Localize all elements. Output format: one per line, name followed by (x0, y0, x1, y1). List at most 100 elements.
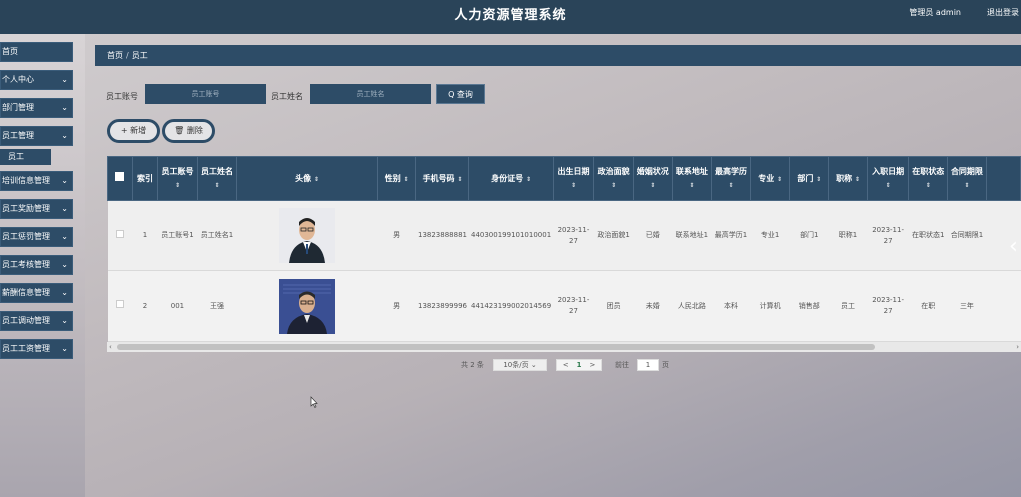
table-horizontal-scrollbar[interactable]: ‹ › (107, 342, 1021, 352)
sort-icon[interactable]: ⇕ (886, 182, 891, 189)
sidebar-item[interactable]: 首页 (0, 42, 73, 62)
sidebar-item[interactable]: 员工管理 ⌄ (0, 126, 73, 146)
sort-icon[interactable]: ⇕ (650, 182, 655, 189)
table-row[interactable]: 2 001 王强男 13823899996 441423199002014569 2023… (107, 270, 1021, 342)
column-header-label: 婚姻状况 (636, 167, 669, 176)
table-cell: 001 (157, 270, 198, 342)
table-row[interactable]: 1 员工账号1 员工姓名1 男 13823888881 44030019910101000… (107, 200, 1021, 271)
table-cell: 2023-11-27 (867, 270, 909, 342)
table-cell: 在职 (908, 270, 948, 342)
table-cell: 职称1 (828, 200, 868, 271)
table-header-row: 索引 员工账号 ⇕ 员工姓名 ⇕ 头像 ⇕ 性别 ⇕ 手机号码 ⇕ 身份证号 ⇕ 出生日期 ⇕… (107, 156, 1021, 201)
delete-button[interactable]: 🗑 删除 (162, 119, 215, 143)
column-header[interactable]: 联系地址 ⇕ (671, 156, 713, 201)
top-bar: 人力资源管理系统 管理员 admin 退出登录 (0, 0, 1021, 34)
sidebar-item[interactable]: 员工调动管理 ⌄ (0, 311, 73, 331)
column-header[interactable]: 职称 ⇕ (828, 156, 868, 201)
column-header[interactable]: 专业 ⇕ (749, 156, 791, 201)
column-header[interactable]: 索引 (131, 156, 159, 201)
column-header[interactable]: 政治面貌 ⇕ (593, 156, 634, 201)
emp-name-input[interactable]: 员工姓名 (310, 84, 431, 104)
sidebar-item-label: 员工工资管理 (2, 344, 50, 353)
column-header[interactable]: 婚姻状况 ⇕ (632, 156, 673, 201)
sort-icon[interactable]: ⇕ (926, 182, 931, 189)
sort-icon[interactable]: ⇕ (816, 176, 821, 183)
table-cell: 销售部 (789, 270, 829, 342)
sort-icon[interactable]: ⇕ (855, 176, 860, 183)
emp-no-input[interactable]: 员工账号 (145, 84, 266, 104)
table-cell (107, 200, 133, 271)
pager-buttons: <1 > (556, 359, 602, 371)
sort-icon[interactable]: ⇕ (526, 176, 531, 183)
sidebar-item[interactable]: 部门管理 ⌄ (0, 98, 73, 118)
table-cell (107, 270, 133, 342)
column-header[interactable]: 性别 ⇕ (376, 156, 417, 201)
sort-icon[interactable]: ⇕ (214, 182, 219, 189)
column-header[interactable]: 手机号码 ⇕ (415, 156, 470, 201)
sort-icon[interactable]: ⇕ (457, 176, 462, 183)
column-header[interactable]: 出生日期 ⇕ (552, 156, 595, 201)
sort-icon[interactable]: ⇕ (777, 176, 782, 183)
sort-icon[interactable]: ⇕ (404, 176, 409, 183)
table-cell: 本科 (711, 270, 751, 342)
sort-icon[interactable]: ⇕ (314, 176, 319, 183)
column-header-label: 最高学历 (715, 167, 748, 176)
sidebar-item[interactable]: 员工惩罚管理 ⌄ (0, 227, 73, 247)
breadcrumb-home[interactable]: 首页 (107, 51, 123, 60)
add-button[interactable]: + 新增 (107, 119, 160, 143)
sort-icon[interactable]: ⇕ (175, 182, 180, 189)
goto-page-input[interactable]: 1 (637, 359, 659, 371)
sidebar-item-label: 培训信息管理 (2, 176, 50, 185)
logout-link[interactable]: 退出登录 (987, 7, 1019, 18)
page-size-select[interactable]: 10条/页 ⌄ (493, 359, 547, 371)
next-page-button[interactable]: > (589, 361, 595, 369)
row-checkbox[interactable] (115, 229, 124, 238)
chevron-left-icon[interactable]: ‹ (1009, 234, 1021, 264)
current-page-number[interactable]: 1 (577, 361, 582, 369)
scrollbar-thumb[interactable] (117, 344, 875, 350)
column-header-label: 专业 (758, 173, 775, 183)
sidebar-item[interactable]: 培训信息管理 ⌄ (0, 171, 73, 191)
table-cell-actions (986, 270, 1021, 342)
table-cell: 员工 (828, 270, 868, 342)
sort-icon[interactable]: ⇕ (611, 182, 616, 189)
select-all-checkbox[interactable] (115, 172, 125, 181)
table-cell: 王强 (197, 270, 237, 342)
row-checkbox[interactable] (115, 300, 124, 308)
sidebar-subitem-employee[interactable]: 员工 (0, 149, 51, 165)
column-header[interactable]: 在职状态 ⇕ (908, 156, 949, 201)
prev-page-button[interactable]: < (563, 361, 569, 369)
column-header[interactable]: 身份证号 ⇕ (468, 156, 554, 201)
mouse-cursor-icon (310, 396, 318, 408)
chevron-down-icon: ⌄ (61, 103, 68, 112)
column-header[interactable]: 员工账号 ⇕ (157, 156, 198, 201)
sort-icon[interactable]: ⇕ (571, 182, 576, 189)
scroll-right-icon[interactable]: › (1016, 342, 1019, 352)
column-header[interactable] (107, 156, 133, 201)
sidebar-item[interactable]: 薪酬信息管理 ⌄ (0, 283, 73, 303)
sidebar-item[interactable]: 员工奖励管理 ⌄ (0, 199, 73, 219)
column-header[interactable]: 入职日期 ⇕ (866, 156, 910, 201)
column-header[interactable]: 合同期限 ⇕ (947, 156, 987, 201)
column-header[interactable]: 员工姓名 ⇕ (196, 156, 238, 201)
sidebar-item[interactable]: 个人中心 ⌄ (0, 70, 73, 90)
column-header[interactable]: 最高学历 ⇕ (711, 156, 751, 201)
column-header-label: 员工账号 (161, 167, 194, 176)
query-button[interactable]: Q 查询 (436, 84, 485, 104)
column-header[interactable]: 部门 ⇕ (789, 156, 830, 201)
sidebar-item[interactable]: 员工考核管理 ⌄ (0, 255, 73, 275)
sort-icon[interactable]: ⇕ (689, 182, 694, 189)
sort-icon[interactable]: ⇕ (964, 182, 969, 189)
sort-icon[interactable]: ⇕ (729, 182, 734, 189)
column-header[interactable]: 头像 ⇕ (236, 156, 378, 201)
table-cell: 计算机 (750, 270, 790, 342)
column-header-label: 在职状态 (912, 167, 945, 176)
table-cell: 三年 (947, 270, 987, 342)
sidebar-item-label: 薪酬信息管理 (2, 288, 50, 297)
sidebar-item[interactable]: 员工工资管理 ⌄ (0, 339, 73, 359)
sidebar-item-label: 个人中心 (2, 75, 34, 84)
table-cell: 441423199002014569 (468, 270, 554, 342)
scroll-left-icon[interactable]: ‹ (109, 342, 112, 352)
table-cell: 2 (132, 270, 158, 342)
column-header-label: 头像 (295, 173, 312, 183)
